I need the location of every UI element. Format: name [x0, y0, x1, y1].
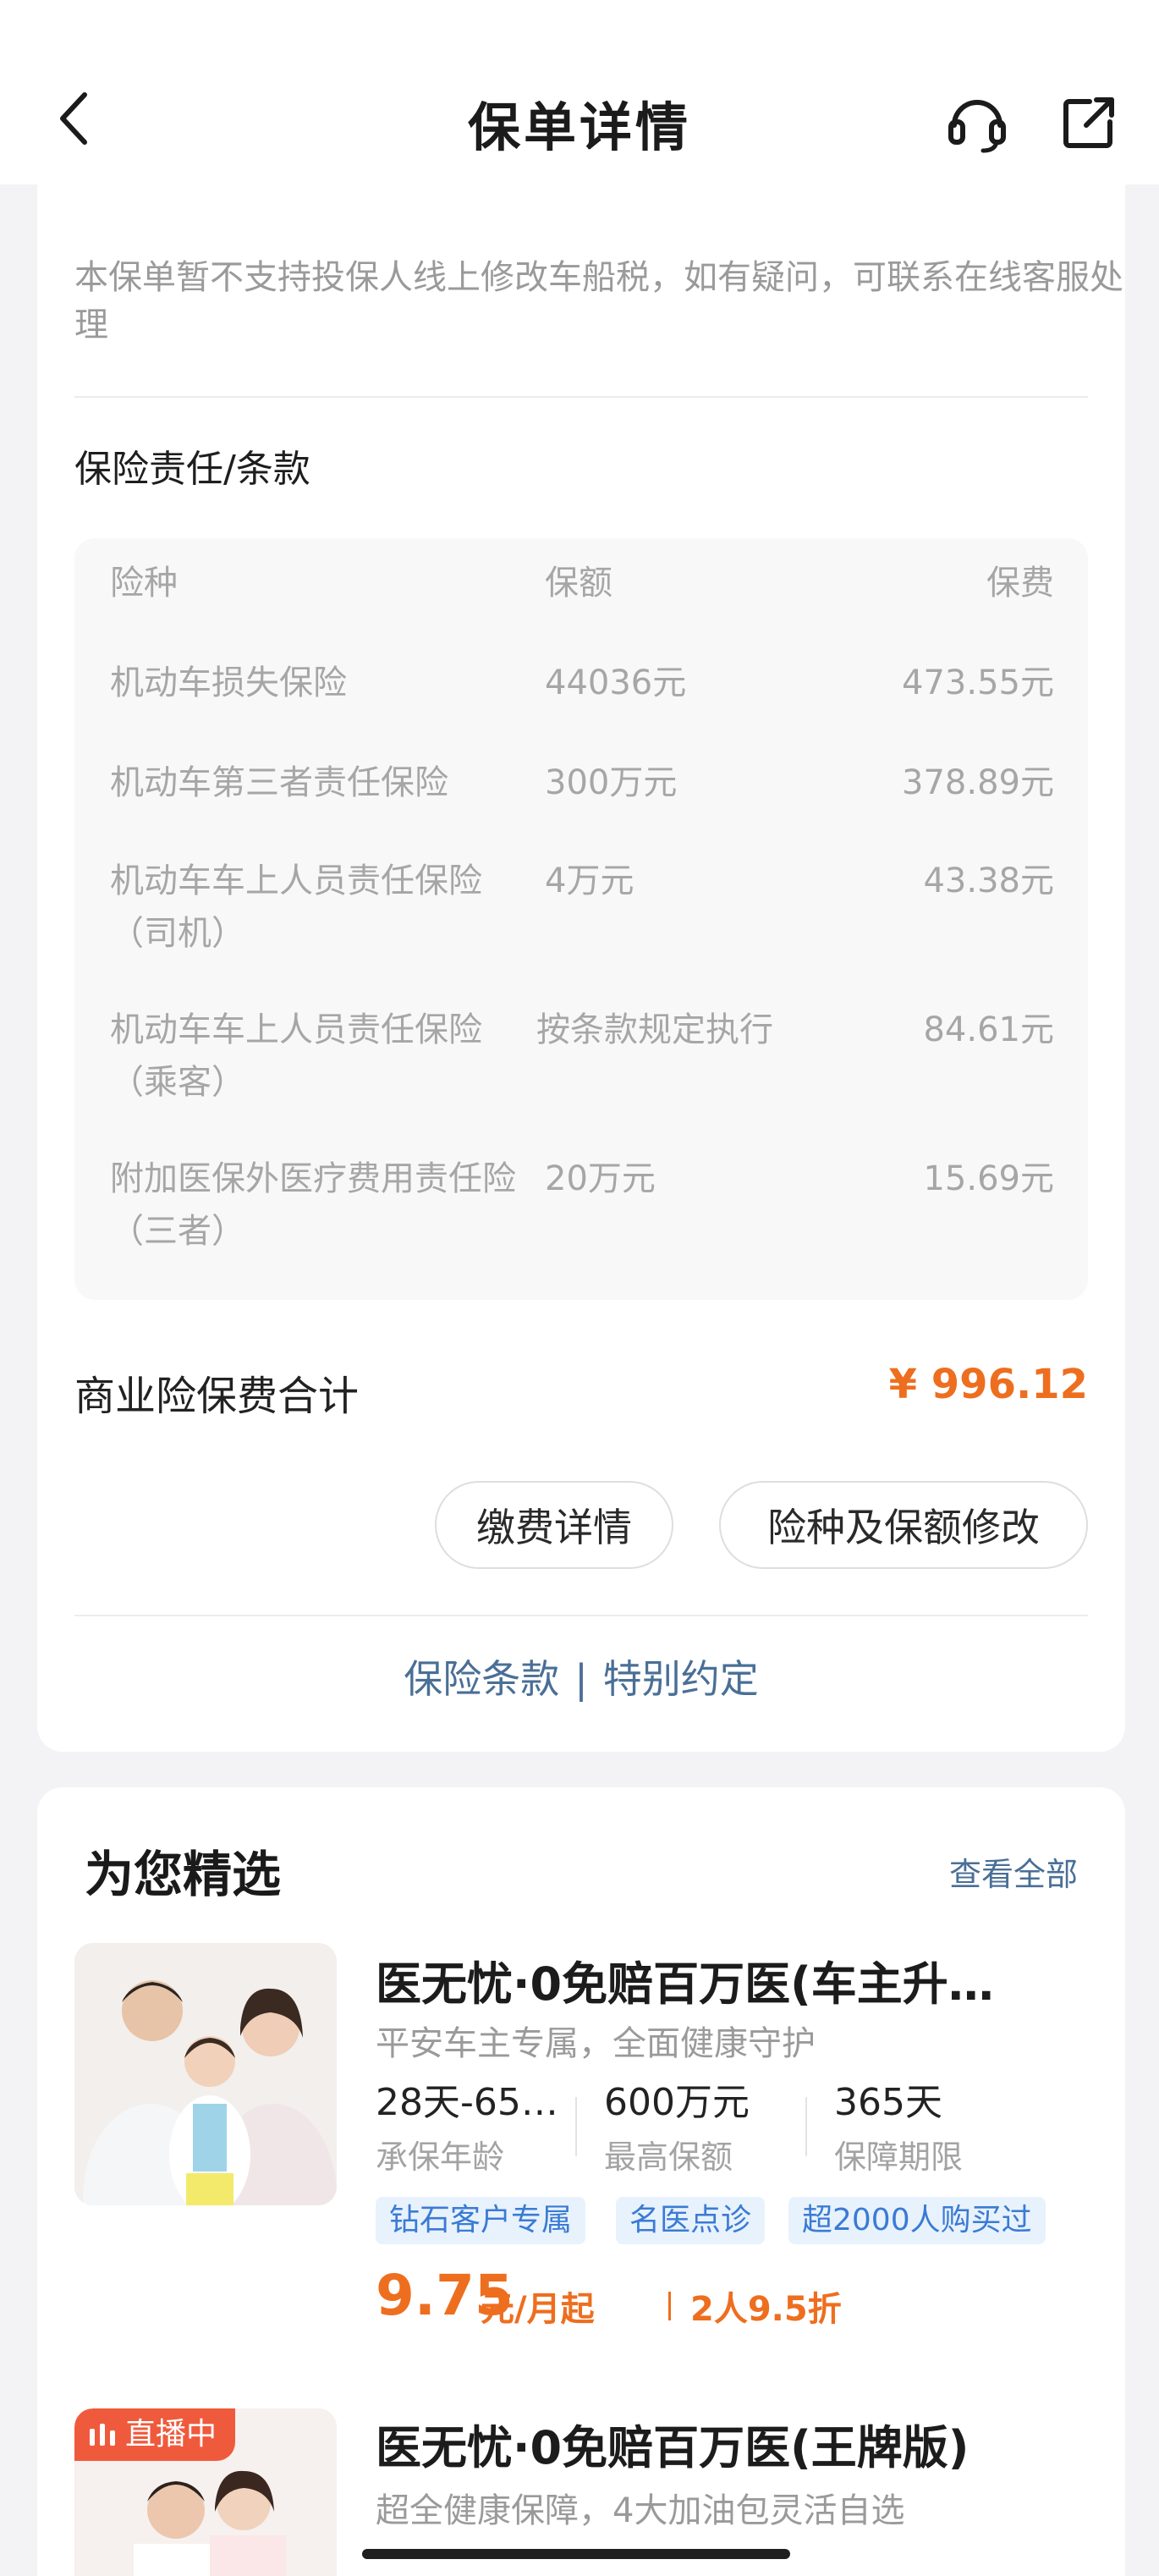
total-premium-label: 商业险保费合计	[74, 1373, 360, 1420]
stat-label-period: 保障期限	[834, 2138, 964, 2176]
product-tag: 超2000人购买过	[788, 2197, 1046, 2244]
coverage-amount: 4万元	[545, 861, 634, 900]
live-bars-icon	[90, 2424, 115, 2446]
stat-divider	[575, 2097, 577, 2156]
product-name[interactable]: 医无忧·0免赔百万医(车主升…	[376, 1946, 994, 2013]
coverage-amount: 按条款规定执行	[536, 1010, 773, 1049]
modify-coverage-button[interactable]: 险种及保额修改	[719, 1481, 1088, 1569]
coverage-name: 附加医保外医疗费用责任险（三者）	[110, 1159, 516, 1251]
stat-value-period: 365天	[834, 2081, 942, 2124]
stat-divider	[805, 2097, 807, 2156]
coverage-premium: 84.61元	[923, 1010, 1054, 1049]
top-nav-bar: 保单详情	[0, 0, 1159, 184]
customer-service-button[interactable]	[946, 91, 1008, 154]
divider	[74, 1615, 1088, 1616]
column-header-type: 险种	[110, 564, 178, 603]
product-subtitle: 平安车主专属，全面健康守护	[376, 2024, 816, 2063]
coverage-table: 险种 保额 保费 机动车损失保险 44036元 473.55元 机动车第三者责任…	[74, 538, 1088, 1300]
coverage-amount: 300万元	[545, 763, 678, 802]
recommend-card: 为您精选 查看全部 医无忧·0免赔百万医(车主升… 平安车主专属，全面健康守护 …	[37, 1787, 1125, 2576]
coverage-amount: 44036元	[545, 663, 687, 702]
payment-details-button[interactable]: 缴费详情	[435, 1481, 673, 1569]
coverage-name: 机动车损失保险	[110, 663, 347, 702]
price-divider	[668, 2292, 671, 2320]
coverage-premium: 378.89元	[902, 763, 1054, 802]
product-name[interactable]: 医无忧·0免赔百万医(王牌版)	[376, 2410, 969, 2477]
stat-label-age: 承保年龄	[376, 2138, 505, 2176]
product-image-couple[interactable]: 直播中	[74, 2408, 337, 2576]
column-header-amount: 保额	[545, 564, 612, 603]
coverage-premium: 43.38元	[923, 861, 1054, 900]
coverage-amount: 20万元	[545, 1159, 656, 1198]
home-indicator[interactable]	[362, 2549, 790, 2559]
divider	[74, 396, 1088, 398]
coverage-name: 机动车车上人员责任保险（司机）	[110, 861, 482, 953]
product-price-unit: 元/月起	[481, 2290, 595, 2329]
product-image-family[interactable]	[74, 1943, 337, 2205]
special-agreement-link[interactable]: 特别约定	[603, 1656, 759, 1702]
coverage-premium: 473.55元	[902, 663, 1054, 702]
share-button[interactable]	[1059, 93, 1118, 152]
headset-icon	[948, 100, 1006, 153]
link-separator: |	[574, 1656, 588, 1702]
recommend-title: 为您精选	[85, 1846, 282, 1903]
coverage-premium: 15.69元	[923, 1159, 1054, 1198]
product-tag: 钻石客户专属	[376, 2197, 586, 2244]
coverage-name: 机动车第三者责任保险	[110, 763, 448, 802]
live-badge-label: 直播中	[125, 2417, 217, 2452]
live-badge: 直播中	[74, 2408, 236, 2461]
stat-label-max-amount: 最高保额	[604, 2138, 733, 2176]
view-all-link[interactable]: 查看全部	[949, 1848, 1078, 1895]
coverage-name: 机动车车上人员责任保险（乘客）	[110, 1010, 482, 1102]
product-tag: 名医点诊	[616, 2197, 766, 2244]
family-photo	[74, 1943, 337, 2205]
stat-value-age: 28天-65…	[376, 2081, 558, 2124]
policy-detail-page: 本保单暂不支持投保人线上修改车船税，如有疑问，可联系在线客服处理 保险责任/条款…	[0, 0, 1159, 2576]
external-link-icon	[1063, 97, 1114, 148]
product-discount: 2人9.5折	[690, 2290, 842, 2329]
vehicle-tax-notice: 本保单暂不支持投保人线上修改车船税，如有疑问，可联系在线客服处理	[74, 258, 1123, 344]
total-premium-value: ¥ 996.12	[888, 1361, 1088, 1408]
product-subtitle: 超全健康保障，4大加油包灵活自选	[376, 2491, 905, 2530]
terms-links: 保险条款 | 特别约定	[37, 1649, 1125, 1704]
coverage-section-title: 保险责任/条款	[74, 448, 310, 491]
policy-card: 本保单暂不支持投保人线上修改车船税，如有疑问，可联系在线客服处理 保险责任/条款…	[37, 127, 1125, 1752]
policy-terms-link[interactable]: 保险条款	[404, 1656, 559, 1702]
column-header-premium: 保费	[986, 564, 1054, 603]
stat-value-max-amount: 600万元	[604, 2081, 750, 2124]
